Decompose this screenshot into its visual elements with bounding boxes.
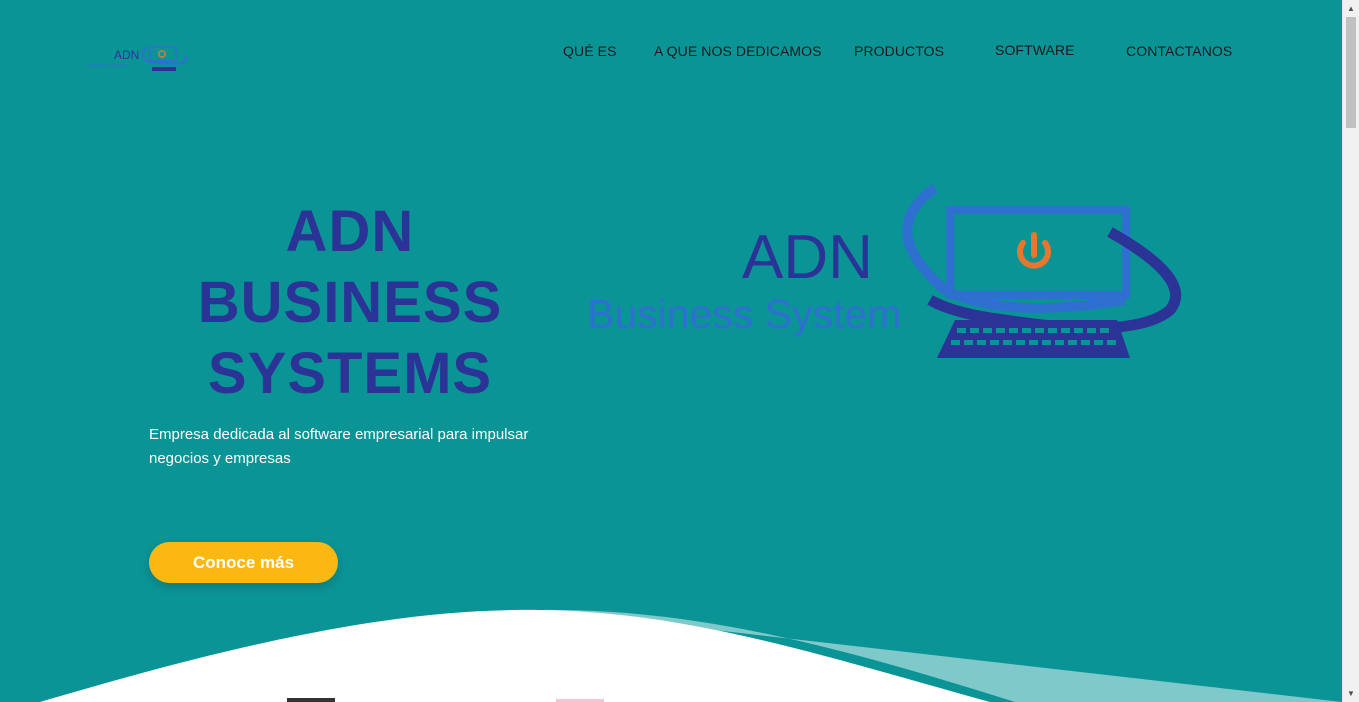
hero-description: Empresa dedicada al software empresarial… [149,426,529,467]
page: ADN Business System QUÉ ES A QUE NOS DED… [0,0,1359,702]
power-icon [1017,232,1051,269]
main-nav: QUÉ ES A QUE NOS DEDICAMOS PRODUCTOS SOF… [0,42,1340,62]
monitor-swoosh-lower [927,227,1182,334]
keyboard [937,320,1130,358]
hero-title-line-2: BUSINESS [197,270,503,335]
scroll-down-arrow-icon[interactable]: ▼ [1343,685,1359,702]
nav-item-que-es[interactable]: QUÉ ES [563,43,617,59]
vertical-scrollbar[interactable]: ▲ ▼ [1342,0,1359,702]
nav-item-software[interactable]: SOFTWARE [995,42,1075,58]
hero-title-line-3: SYSTEMS [207,341,493,406]
conoce-mas-button[interactable]: Conoce más [149,542,338,583]
monitor-frame [946,206,1130,299]
header-logo-tagline: Business System [88,63,126,69]
hero-wave [40,609,1342,702]
hero-title: ADN BUSINESS SYSTEMS [140,196,560,409]
section-tab-indicator [287,698,335,702]
hero-logo-tagline: Business System [587,291,901,337]
scrollbar-thumb[interactable] [1346,17,1356,128]
nav-item-a-que-nos-dedicamos[interactable]: A QUE NOS DEDICAMOS [654,43,822,59]
hero-logo: ADN Business System [587,183,1182,358]
hero-logo-word: ADN [742,223,873,292]
scroll-up-arrow-icon[interactable]: ▲ [1343,0,1359,17]
nav-item-productos[interactable]: PRODUCTOS [854,43,944,59]
hero-title-line-1: ADN [285,199,415,264]
nav-item-contactanos[interactable]: CONTACTANOS [1126,43,1232,59]
header-logo-keyboard [152,67,176,71]
